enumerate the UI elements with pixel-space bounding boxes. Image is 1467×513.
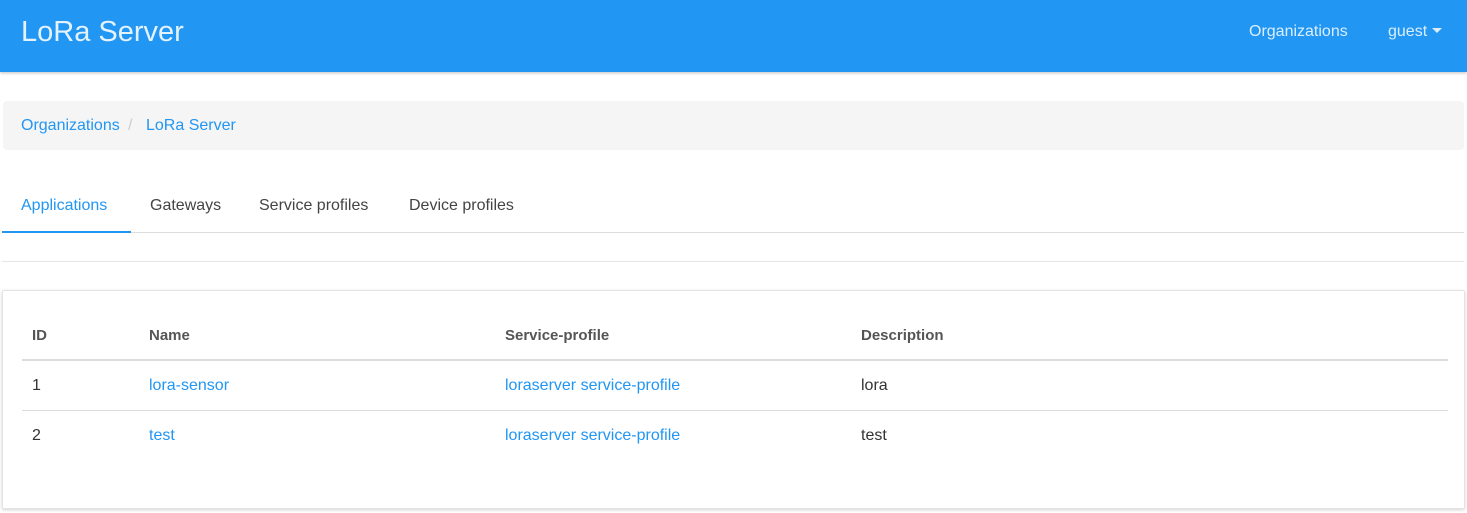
breadcrumb: Organizations / LoRa Server bbox=[3, 101, 1464, 150]
section-divider bbox=[2, 261, 1464, 262]
tab-bar: Applications Gateways Service profiles D… bbox=[2, 182, 1464, 233]
applications-table-panel: ID Name Service-profile Description 1 lo… bbox=[2, 290, 1465, 509]
service-profile-link[interactable]: loraserver service-profile bbox=[505, 426, 680, 446]
brand-logo-link[interactable]: LoRa Server bbox=[21, 14, 184, 50]
nav-organizations-link[interactable]: Organizations bbox=[1249, 22, 1348, 42]
table-header-rule bbox=[22, 359, 1448, 361]
column-header-name: Name bbox=[149, 327, 190, 344]
application-name-link[interactable]: lora-sensor bbox=[149, 376, 229, 396]
caret-down-icon bbox=[1432, 28, 1443, 34]
breadcrumb-item-organizations[interactable]: Organizations bbox=[21, 116, 120, 136]
cell-id: 2 bbox=[32, 427, 41, 444]
user-menu-dropdown[interactable]: guest bbox=[1388, 22, 1443, 42]
column-header-description: Description bbox=[861, 327, 944, 344]
service-profile-link[interactable]: loraserver service-profile bbox=[505, 376, 680, 396]
column-header-service-profile: Service-profile bbox=[505, 327, 610, 344]
application-name-link[interactable]: test bbox=[149, 426, 175, 446]
breadcrumb-separator: / bbox=[128, 117, 133, 134]
cell-description: lora bbox=[861, 377, 888, 394]
top-navbar: LoRa Server Organizations guest bbox=[0, 0, 1467, 72]
tab-service-profiles[interactable]: Service profiles bbox=[259, 182, 368, 233]
column-header-id: ID bbox=[32, 327, 47, 344]
tab-device-profiles[interactable]: Device profiles bbox=[409, 182, 514, 233]
breadcrumb-item-lora-server[interactable]: LoRa Server bbox=[146, 116, 236, 136]
tab-applications[interactable]: Applications bbox=[2, 182, 131, 233]
user-menu-label: guest bbox=[1388, 23, 1428, 40]
cell-id: 1 bbox=[32, 377, 41, 394]
cell-description: test bbox=[861, 427, 887, 444]
tab-gateways[interactable]: Gateways bbox=[150, 182, 221, 233]
table-row-rule bbox=[22, 410, 1448, 411]
